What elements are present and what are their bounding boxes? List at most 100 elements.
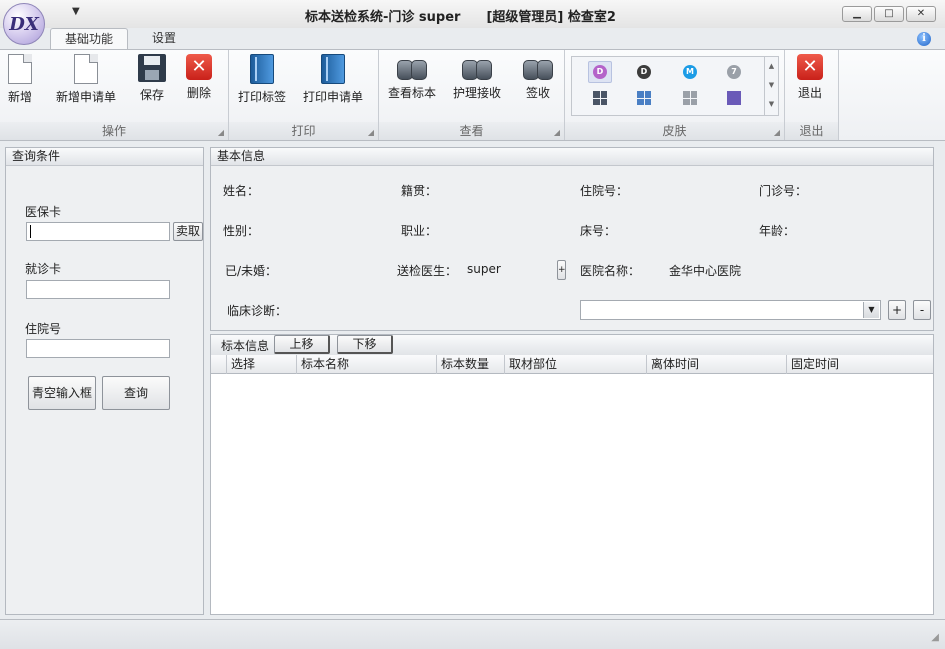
move-up-button[interactable]: 上移 xyxy=(274,335,330,354)
skin-circle-icon: D xyxy=(593,65,607,79)
inpatient-no-label: 住院号 xyxy=(25,322,62,336)
specimen-grid-header: 选择 标本名称 标本数量 取材部位 离体时间 固定时间 xyxy=(211,355,933,374)
occupation-label: 职业： xyxy=(401,224,438,238)
delete-x-icon: ✕ xyxy=(186,54,212,80)
bed-no-label: 床号： xyxy=(580,224,617,238)
dialog-launcher-icon[interactable]: ◢ xyxy=(368,124,374,142)
search-button[interactable]: 查询 xyxy=(102,376,170,410)
floppy-disk-icon xyxy=(138,54,166,82)
query-panel-title: 查询条件 xyxy=(6,148,203,166)
tab-basic-functions[interactable]: 基础功能 xyxy=(50,28,129,50)
inpatient-no-input[interactable] xyxy=(26,339,170,358)
read-card-button[interactable]: 卖取 xyxy=(173,222,203,241)
exit-x-icon: ✕ xyxy=(797,54,823,80)
dialog-launcher-icon[interactable]: ◢ xyxy=(218,124,224,142)
sign-receive-button[interactable]: 签收 xyxy=(521,54,555,101)
info-icon[interactable]: i xyxy=(917,32,931,46)
ribbon-group-operations: 新增 新增申请单 保存 ✕ 删除 操作 ◢ xyxy=(0,50,229,140)
skin-option-8[interactable] xyxy=(722,87,746,109)
ribbon-group-title: 查看 ◢ xyxy=(379,122,564,140)
ribbon-group-exit: ✕ 退出 退出 xyxy=(785,50,839,140)
ribbon-group-title: 操作 ◢ xyxy=(0,122,228,140)
new-application-button[interactable]: 新增申请单 xyxy=(56,54,116,105)
gender-label: 性别： xyxy=(223,224,260,238)
print-application-button[interactable]: 打印申请单 xyxy=(303,54,363,105)
skin-option-1[interactable]: D xyxy=(588,61,612,83)
ribbon-group-print: 打印标签 打印申请单 打印 ◢ xyxy=(229,50,379,140)
specimen-panel: 标本信息 上移 下移 选择 标本名称 标本数量 取材部位 离体时间 固定时间 xyxy=(210,334,934,615)
title-bar: ▼ 标本送检系统-门诊 super [超级管理员] 检查室2 ▁ □ ✕ xyxy=(0,0,945,28)
ribbon-group-skin: D D M 7 ▲ ▼ ▼ 皮肤 ◢ xyxy=(565,50,785,140)
app-logo[interactable]: DX xyxy=(3,3,45,45)
save-button[interactable]: 保存 xyxy=(138,54,166,103)
exit-button[interactable]: ✕ 退出 xyxy=(797,54,823,101)
skin-circle-icon: D xyxy=(637,65,651,79)
sending-doctor-value: super xyxy=(467,262,501,276)
ribbon: 新增 新增申请单 保存 ✕ 删除 操作 ◢ 打印标签 打印申请单 打印 ◢ 查看… xyxy=(0,49,945,141)
skin-option-6[interactable] xyxy=(632,87,656,109)
chevron-down-icon[interactable]: ▼ xyxy=(863,302,879,318)
sending-doctor-label: 送检医生： xyxy=(397,264,458,278)
quick-access-dropdown-icon[interactable]: ▼ xyxy=(72,6,80,17)
skin-option-3[interactable]: M xyxy=(678,61,702,83)
new-button[interactable]: 新增 xyxy=(8,54,32,105)
maximize-button[interactable]: □ xyxy=(874,6,904,22)
close-button[interactable]: ✕ xyxy=(906,6,936,22)
column-fixation-time[interactable]: 固定时间 xyxy=(787,355,933,374)
skin-square-icon xyxy=(593,91,607,105)
hospital-name-label: 医院名称： xyxy=(580,264,641,278)
ribbon-group-title: 退出 xyxy=(785,122,838,140)
nursing-receive-button[interactable]: 护理接收 xyxy=(453,54,501,101)
binoculars-icon xyxy=(395,54,429,80)
minimize-button[interactable]: ▁ xyxy=(842,6,872,22)
native-place-label: 籍贯： xyxy=(401,184,438,198)
insurance-card-input[interactable] xyxy=(26,222,170,241)
add-diagnosis-button[interactable]: + xyxy=(888,300,906,320)
resize-grip-icon[interactable]: ◢ xyxy=(931,632,939,643)
remove-diagnosis-button[interactable]: - xyxy=(913,300,931,320)
print-label-icon xyxy=(250,54,274,84)
print-label-button[interactable]: 打印标签 xyxy=(238,54,286,105)
specimen-grid-body[interactable] xyxy=(211,375,933,614)
column-select[interactable]: 选择 xyxy=(227,355,297,374)
outpatient-no-label: 门诊号： xyxy=(759,184,808,198)
column-sampling-site[interactable]: 取材部位 xyxy=(505,355,647,374)
doctor-picker-button[interactable]: + xyxy=(557,260,566,280)
skin-option-5[interactable] xyxy=(588,87,612,109)
binoculars-icon xyxy=(521,54,555,80)
skin-circle-icon: M xyxy=(683,65,697,79)
dialog-launcher-icon[interactable]: ◢ xyxy=(774,124,780,142)
skin-square-icon xyxy=(637,91,651,105)
ribbon-group-view: 查看标本 护理接收 签收 查看 ◢ xyxy=(379,50,565,140)
clinical-diagnosis-select[interactable]: ▼ xyxy=(580,300,881,320)
age-label: 年龄： xyxy=(759,224,796,238)
new-application-icon xyxy=(74,54,98,84)
skin-option-2[interactable]: D xyxy=(632,61,656,83)
clinic-card-input[interactable] xyxy=(26,280,170,299)
delete-button[interactable]: ✕ 删除 xyxy=(186,54,212,101)
skin-gallery-scroll[interactable]: ▲ ▼ ▼ xyxy=(764,57,778,115)
basic-info-title: 基本信息 xyxy=(211,148,933,166)
column-isolation-time[interactable]: 离体时间 xyxy=(647,355,787,374)
clear-inputs-button[interactable]: 青空输入框 xyxy=(28,376,96,410)
view-specimen-button[interactable]: 查看标本 xyxy=(388,54,436,101)
new-document-icon xyxy=(8,54,32,84)
specimen-toolbar: 标本信息 上移 下移 xyxy=(211,335,933,355)
clinical-diagnosis-label: 临床诊断： xyxy=(227,304,288,318)
column-specimen-count[interactable]: 标本数量 xyxy=(437,355,505,374)
tab-settings[interactable]: 设置 xyxy=(138,28,190,50)
query-panel: 查询条件 医保卡 卖取 就诊卡 住院号 青空输入框 查询 xyxy=(5,147,204,615)
skin-square-icon xyxy=(727,91,741,105)
status-bar: ◢ xyxy=(0,619,945,649)
skin-circle-icon: 7 xyxy=(727,65,741,79)
dialog-launcher-icon[interactable]: ◢ xyxy=(554,124,560,142)
skin-square-icon xyxy=(683,91,697,105)
skin-option-7[interactable] xyxy=(678,87,702,109)
move-down-button[interactable]: 下移 xyxy=(337,335,393,354)
column-specimen-name[interactable]: 标本名称 xyxy=(297,355,437,374)
skin-option-4[interactable]: 7 xyxy=(722,61,746,83)
basic-info-panel: 基本信息 姓名： 籍贯： 住院号： 门诊号： 性别： 职业： 床号： 年龄： 已… xyxy=(210,147,934,331)
print-application-icon xyxy=(321,54,345,84)
hospital-name-value: 金华中心医院 xyxy=(669,264,742,278)
binoculars-icon xyxy=(460,54,494,80)
